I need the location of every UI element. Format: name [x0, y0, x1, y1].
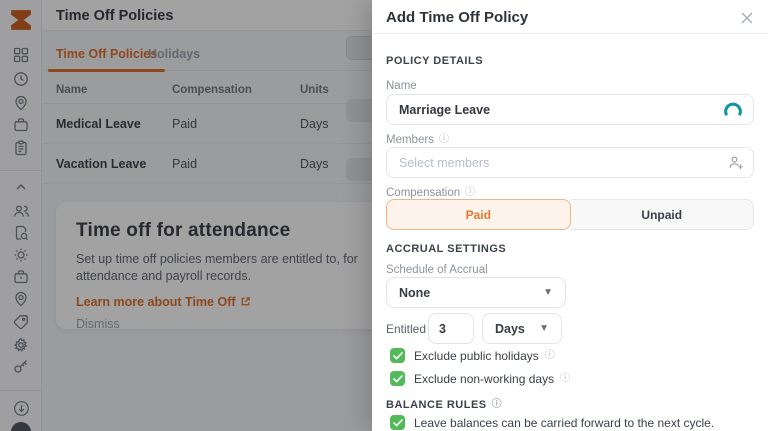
loading-spinner-icon	[724, 102, 742, 116]
chevron-down-icon: ▼	[539, 323, 549, 334]
label-text: Exclude non-working days	[414, 371, 555, 386]
carry-forward-row: Leave balances can be carried forward to…	[390, 415, 714, 430]
entitled-days-input[interactable]	[428, 313, 474, 344]
info-icon[interactable]: ⓘ	[465, 188, 475, 198]
section-policy-details: POLICY DETAILS	[386, 55, 483, 67]
exclude-non-working-days-row: Exclude non-working days ⓘ	[390, 371, 570, 386]
compensation-option-paid[interactable]: Paid	[386, 199, 571, 230]
info-icon[interactable]: ⓘ	[439, 135, 449, 145]
checkbox-label: Exclude non-working days ⓘ	[414, 372, 570, 386]
section-balance-rules: BALANCE RULES ⓘ	[386, 399, 502, 411]
app-screen: Time Off Policies Time Off Policies Holi…	[0, 0, 768, 431]
label-text: Name	[386, 80, 417, 92]
members-label: Members ⓘ	[386, 134, 449, 146]
check-icon	[392, 418, 403, 427]
checkbox-checked[interactable]	[390, 415, 405, 430]
close-button[interactable]	[737, 8, 757, 28]
exclude-public-holidays-row: Exclude public holidays ⓘ	[390, 348, 555, 363]
checkbox-checked[interactable]	[390, 348, 405, 363]
close-icon	[741, 12, 753, 24]
name-input[interactable]	[386, 94, 754, 125]
entitled-unit-value: Days	[495, 321, 525, 336]
compensation-label: Compensation ⓘ	[386, 187, 475, 199]
info-icon[interactable]: ⓘ	[492, 400, 503, 410]
check-icon	[392, 374, 403, 383]
drawer-title: Add Time Off Policy	[386, 9, 529, 26]
label-text: Compensation	[386, 187, 461, 199]
modal-scrim[interactable]	[0, 0, 372, 431]
section-label: POLICY DETAILS	[386, 55, 484, 67]
check-icon	[392, 351, 403, 360]
entitled-unit-select[interactable]: Days ▼	[482, 313, 562, 344]
schedule-label: Schedule of Accrual	[386, 264, 488, 276]
chevron-down-icon: ▼	[543, 287, 553, 298]
add-member-icon[interactable]	[728, 155, 744, 170]
checkbox-checked[interactable]	[390, 371, 405, 386]
label-text: Exclude public holidays	[414, 348, 539, 363]
divider	[372, 33, 768, 34]
entitled-label: Entitled	[386, 322, 427, 336]
section-label: BALANCE RULES	[386, 399, 487, 411]
info-icon[interactable]: ⓘ	[545, 350, 555, 361]
add-policy-drawer: Add Time Off Policy POLICY DETAILS Name …	[372, 0, 768, 431]
label-text: Schedule of Accrual	[386, 264, 488, 276]
schedule-select[interactable]: None ▼	[386, 277, 566, 308]
label-text: Members	[386, 134, 434, 146]
members-input[interactable]	[386, 147, 754, 178]
name-label: Name	[386, 80, 417, 92]
section-label: ACCRUAL SETTINGS	[386, 243, 507, 255]
schedule-value: None	[399, 285, 431, 300]
compensation-toggle: Paid Unpaid	[386, 199, 754, 230]
compensation-option-unpaid[interactable]: Unpaid	[570, 199, 754, 230]
label-text: Leave balances can be carried forward to…	[414, 415, 715, 430]
checkbox-label: Leave balances can be carried forward to…	[414, 416, 714, 430]
checkbox-label: Exclude public holidays ⓘ	[414, 349, 555, 363]
section-accrual-settings: ACCRUAL SETTINGS	[386, 243, 506, 255]
info-icon[interactable]: ⓘ	[560, 373, 570, 384]
